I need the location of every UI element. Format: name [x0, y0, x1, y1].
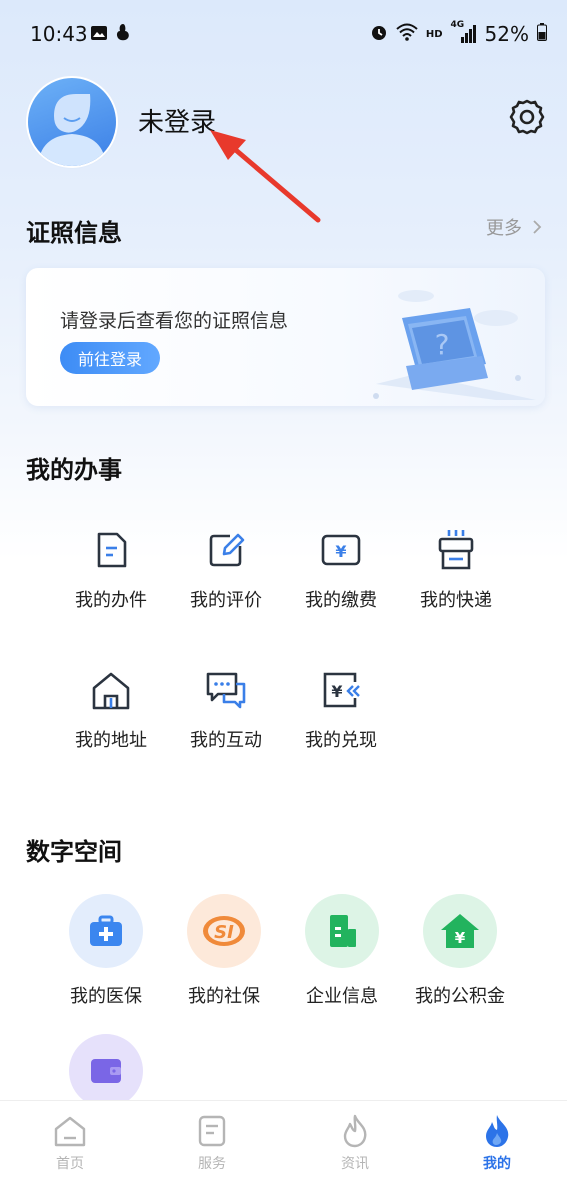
flame-outline-icon [337, 1113, 373, 1149]
social-security-icon: SI [187, 894, 261, 968]
annotation-arrow-icon [200, 120, 330, 230]
task-item-label: 我的兑现 [305, 730, 377, 751]
bottom-tab-bar: 首页 服务 资讯 我的 [0, 1100, 567, 1197]
space-item-label: 企业信息 [306, 986, 378, 1007]
gesture-icon [114, 22, 132, 42]
task-item-reviews[interactable]: 我的评价 [171, 528, 281, 638]
cert-card: 请登录后查看您的证照信息 前往登录 ? [26, 268, 545, 406]
status-right: HD 4G 52% [370, 20, 547, 46]
document-icon [89, 528, 133, 572]
svg-text:¥: ¥ [331, 682, 342, 701]
svg-text:SI: SI [214, 922, 234, 943]
tab-label: 我的 [483, 1156, 511, 1172]
space-item-housing-fund[interactable]: ¥ 我的公积金 [400, 894, 520, 1008]
task-item-payments[interactable]: ¥ 我的缴费 [286, 528, 396, 638]
hd-indicator: HD [425, 28, 443, 40]
home-indicator [0, 1190, 567, 1196]
task-item-label: 我的评价 [190, 590, 262, 611]
wifi-icon [396, 22, 418, 46]
status-time: 10:43 [30, 22, 88, 46]
go-login-button[interactable]: 前往登录 [60, 342, 160, 374]
more-link[interactable]: 更多 [486, 214, 542, 240]
home-tab-icon [52, 1113, 88, 1149]
space-item-medical[interactable]: 我的医保 [46, 894, 166, 1008]
avatar-figure-icon [38, 94, 106, 166]
chat-icon [204, 668, 248, 712]
alarm-icon [370, 22, 388, 46]
medical-insurance-icon [69, 894, 143, 968]
space-item-company[interactable]: 企业信息 [282, 894, 402, 1008]
tab-label: 首页 [56, 1156, 84, 1172]
gallery-icon [90, 25, 108, 41]
task-item-label: 我的快递 [420, 590, 492, 611]
task-item-documents[interactable]: 我的办件 [56, 528, 166, 638]
space-item-social[interactable]: SI 我的社保 [164, 894, 284, 1008]
task-item-address[interactable]: 我的地址 [56, 668, 166, 778]
task-item-label: 我的地址 [75, 730, 147, 751]
task-item-label: 我的办件 [75, 590, 147, 611]
cert-card-text: 请登录后查看您的证照信息 [60, 310, 289, 332]
tab-home[interactable]: 首页 [20, 1113, 120, 1173]
space-item-label: 我的社保 [188, 986, 260, 1007]
more-label: 更多 [486, 218, 522, 239]
space-item-label: 我的医保 [70, 986, 142, 1007]
tab-news[interactable]: 资讯 [305, 1113, 405, 1173]
svg-text:¥: ¥ [335, 542, 346, 561]
edit-icon [204, 528, 248, 572]
chevron-right-icon [528, 218, 542, 239]
redeem-icon: ¥ [319, 668, 363, 712]
wallet-icon [69, 1034, 143, 1108]
tasks-section-title: 我的办事 [26, 456, 122, 484]
battery-icon [537, 22, 547, 46]
housing-fund-icon: ¥ [423, 894, 497, 968]
space-section-title: 数字空间 [26, 838, 122, 866]
task-item-delivery[interactable]: 我的快递 [401, 528, 511, 638]
gear-icon[interactable] [508, 98, 546, 136]
svg-text:?: ? [435, 328, 450, 361]
status-bar: 10:43 HD 4G 52% [0, 0, 567, 68]
empty-box-icon: ? [346, 278, 541, 406]
flame-filled-icon [479, 1113, 515, 1149]
svg-text:¥: ¥ [455, 929, 466, 947]
task-item-redeem[interactable]: ¥ 我的兑现 [286, 668, 396, 778]
cert-section-title: 证照信息 [26, 219, 122, 247]
battery-percent: 52% [484, 22, 529, 46]
company-icon [305, 894, 379, 968]
home-icon [89, 668, 133, 712]
delivery-icon [434, 528, 478, 572]
signal-icon: 4G [451, 20, 477, 44]
tab-mine[interactable]: 我的 [447, 1113, 547, 1173]
tab-services[interactable]: 服务 [162, 1113, 262, 1173]
avatar[interactable] [26, 76, 118, 168]
tab-label: 服务 [198, 1156, 226, 1172]
task-item-label: 我的互动 [190, 730, 262, 751]
payment-icon: ¥ [319, 528, 363, 572]
space-item-label: 我的公积金 [415, 986, 505, 1007]
task-item-interaction[interactable]: 我的互动 [171, 668, 281, 778]
task-item-label: 我的缴费 [305, 590, 377, 611]
tab-label: 资讯 [341, 1156, 369, 1172]
services-tab-icon [194, 1113, 230, 1149]
